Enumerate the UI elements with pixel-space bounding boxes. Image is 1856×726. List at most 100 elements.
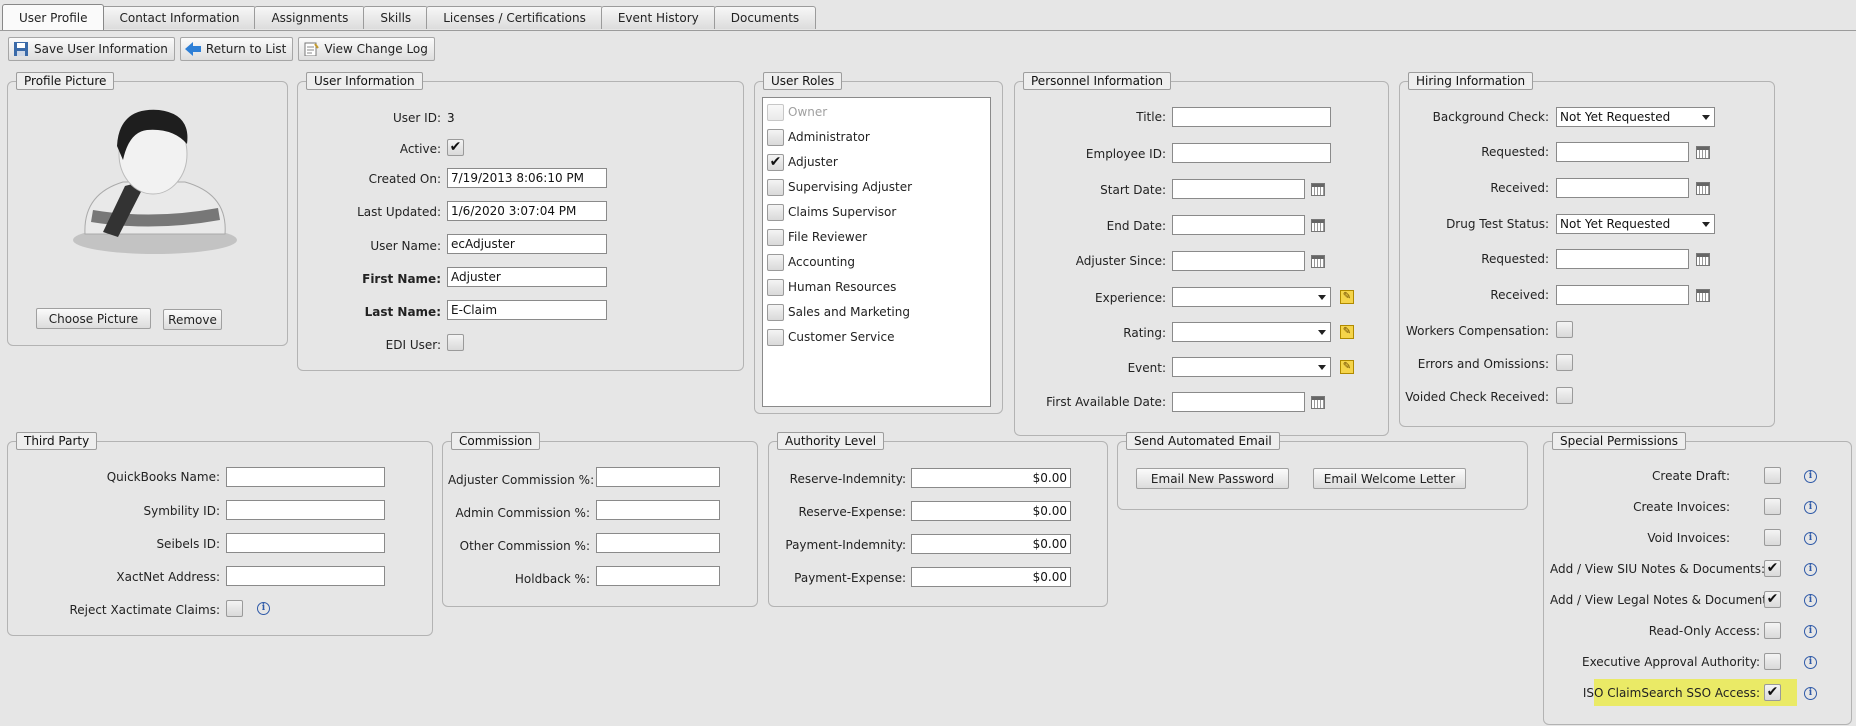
iso-claimsearch-checkbox[interactable]: ✔ [1764, 684, 1781, 701]
role-supervising-adjuster-checkbox[interactable] [767, 178, 784, 196]
tab-event-history[interactable]: Event History [600, 6, 716, 29]
create-invoices-info-icon[interactable]: i [1804, 501, 1817, 514]
reject-xactimate-checkbox[interactable] [226, 600, 243, 617]
holdback-field[interactable] [596, 566, 720, 586]
role-customer-service-checkbox[interactable] [767, 328, 784, 346]
remove-picture-button[interactable]: Remove [163, 309, 222, 330]
tab-skills[interactable]: Skills [363, 6, 429, 29]
xactnet-address-field[interactable] [226, 566, 385, 586]
role-administrator[interactable]: Administrator [767, 127, 870, 147]
read-only-access-info-icon[interactable]: i [1804, 625, 1817, 638]
first-name-field[interactable]: Adjuster [447, 267, 607, 287]
workers-compensation-checkbox[interactable] [1556, 321, 1573, 338]
tab-documents[interactable]: Documents [713, 6, 817, 29]
start-date-calendar-icon[interactable] [1311, 183, 1325, 196]
last-name-field[interactable]: E-Claim [447, 300, 607, 320]
view-change-log-button[interactable]: View Change Log [298, 37, 435, 61]
role-supervising-adjuster[interactable]: Supervising Adjuster [767, 177, 912, 197]
voided-check-received-label: Voided Check Received: [1405, 390, 1549, 404]
background-received-label: Received: [1490, 181, 1549, 195]
user-name-field[interactable]: ecAdjuster [447, 234, 607, 254]
role-human-resources-checkbox[interactable] [767, 278, 784, 296]
legal-notes-checkbox[interactable]: ✔ [1764, 591, 1781, 608]
tab-user-profile[interactable]: User Profile [2, 4, 105, 30]
errors-and-omissions-checkbox[interactable] [1556, 354, 1573, 371]
end-date-field[interactable] [1172, 215, 1305, 235]
event-select[interactable] [1172, 357, 1331, 377]
last-updated-field[interactable]: 1/6/2020 3:07:04 PM [447, 201, 607, 221]
tab-licenses-certifications[interactable]: Licenses / Certifications [426, 6, 603, 29]
email-welcome-letter-button[interactable]: Email Welcome Letter [1313, 468, 1466, 489]
background-received-calendar-icon[interactable] [1696, 182, 1710, 195]
payment-expense-field[interactable]: $0.00 [911, 567, 1071, 587]
other-commission-field[interactable] [596, 533, 720, 553]
void-invoices-checkbox[interactable] [1764, 529, 1781, 546]
first-available-date-calendar-icon[interactable] [1311, 396, 1325, 409]
void-invoices-info-icon[interactable]: i [1804, 532, 1817, 545]
tab-contact-information[interactable]: Contact Information [102, 6, 257, 29]
seibels-id-field[interactable] [226, 533, 385, 553]
role-accounting-checkbox[interactable] [767, 253, 784, 271]
edi-user-checkbox[interactable] [447, 334, 464, 351]
adjuster-since-calendar-icon[interactable] [1311, 255, 1325, 268]
reserve-indemnity-field[interactable]: $0.00 [911, 468, 1071, 488]
symbility-id-field[interactable] [226, 500, 385, 520]
payment-indemnity-field[interactable]: $0.00 [911, 534, 1071, 554]
drug-received-calendar-icon[interactable] [1696, 289, 1710, 302]
role-claims-supervisor[interactable]: Claims Supervisor [767, 202, 896, 222]
background-check-select[interactable]: Not Yet Requested [1556, 107, 1715, 127]
first-available-date-field[interactable] [1172, 392, 1305, 412]
reserve-expense-field[interactable]: $0.00 [911, 501, 1071, 521]
drug-requested-field[interactable] [1556, 249, 1689, 269]
admin-commission-field[interactable] [596, 500, 720, 520]
email-new-password-button[interactable]: Email New Password [1136, 468, 1289, 489]
adjuster-since-field[interactable] [1172, 251, 1305, 271]
adjuster-commission-field[interactable] [596, 467, 720, 487]
legal-notes-info-icon[interactable]: i [1804, 594, 1817, 607]
create-draft-checkbox[interactable] [1764, 467, 1781, 484]
create-invoices-checkbox[interactable] [1764, 498, 1781, 515]
role-customer-service[interactable]: Customer Service [767, 327, 894, 347]
event-edit-icon[interactable]: ✎ [1340, 360, 1354, 374]
iso-claimsearch-info-icon[interactable]: i [1804, 687, 1817, 700]
executive-approval-info-icon[interactable]: i [1804, 656, 1817, 669]
tab-assignments[interactable]: Assignments [254, 6, 366, 29]
role-file-reviewer[interactable]: File Reviewer [767, 227, 867, 247]
drug-test-status-select[interactable]: Not Yet Requested [1556, 214, 1715, 234]
save-user-button[interactable]: Save User Information [8, 37, 175, 61]
drug-requested-calendar-icon[interactable] [1696, 253, 1710, 266]
role-claims-supervisor-checkbox[interactable] [767, 203, 784, 221]
role-human-resources[interactable]: Human Resources [767, 277, 896, 297]
voided-check-received-checkbox[interactable] [1556, 387, 1573, 404]
choose-picture-button[interactable]: Choose Picture [36, 308, 151, 329]
reject-xactimate-info-icon[interactable]: i [257, 602, 270, 615]
drug-received-field[interactable] [1556, 285, 1689, 305]
executive-approval-checkbox[interactable] [1764, 653, 1781, 670]
title-field[interactable] [1172, 107, 1331, 127]
experience-select[interactable] [1172, 287, 1331, 307]
start-date-field[interactable] [1172, 179, 1305, 199]
background-received-field[interactable] [1556, 178, 1689, 198]
siu-notes-checkbox[interactable]: ✔ [1764, 560, 1781, 577]
role-administrator-checkbox[interactable] [767, 128, 784, 146]
siu-notes-info-icon[interactable]: i [1804, 563, 1817, 576]
rating-select[interactable] [1172, 322, 1331, 342]
experience-edit-icon[interactable]: ✎ [1340, 290, 1354, 304]
rating-edit-icon[interactable]: ✎ [1340, 325, 1354, 339]
return-to-list-button[interactable]: Return to List [179, 37, 294, 61]
role-adjuster-checkbox[interactable]: ✔ [767, 153, 784, 171]
role-sales-and-marketing-checkbox[interactable] [767, 303, 784, 321]
create-draft-info-icon[interactable]: i [1804, 470, 1817, 483]
employee-id-field[interactable] [1172, 143, 1331, 163]
role-sales-and-marketing[interactable]: Sales and Marketing [767, 302, 910, 322]
created-on-field[interactable]: 7/19/2013 8:06:10 PM [447, 168, 607, 188]
active-checkbox[interactable]: ✔ [447, 139, 464, 156]
role-accounting[interactable]: Accounting [767, 252, 855, 272]
role-file-reviewer-checkbox[interactable] [767, 228, 784, 246]
background-requested-calendar-icon[interactable] [1696, 146, 1710, 159]
role-adjuster[interactable]: ✔ Adjuster [767, 152, 838, 172]
read-only-access-checkbox[interactable] [1764, 622, 1781, 639]
quickbooks-name-field[interactable] [226, 467, 385, 487]
background-requested-field[interactable] [1556, 142, 1689, 162]
end-date-calendar-icon[interactable] [1311, 219, 1325, 232]
